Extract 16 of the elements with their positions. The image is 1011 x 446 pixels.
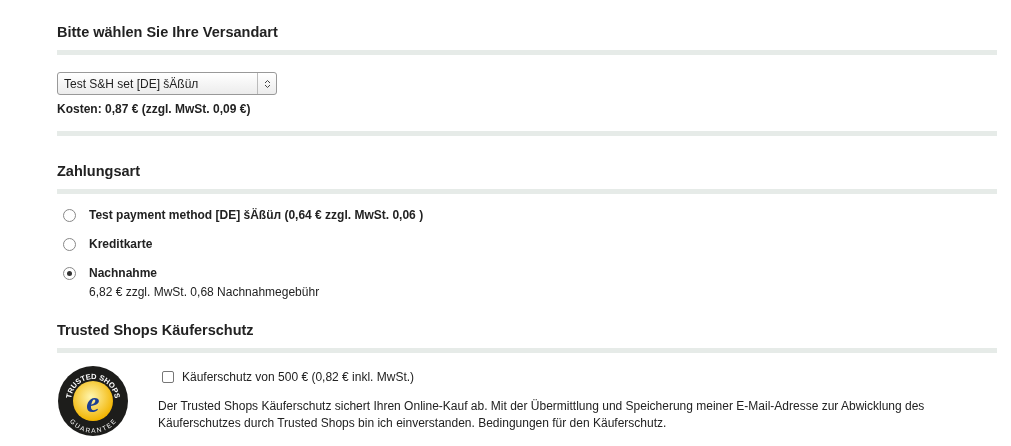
radio-button[interactable] <box>63 267 76 280</box>
protection-description: Der Trusted Shops Käuferschutz sichert Ihren Online-Kauf ab. Mit der Übermittlung und Speicherung meiner E-Mail-Adresse zur Abwicklung des Käuferschutzes durch Trusted Shops bin ich einverstanden. Bedingungen für den Käuferschutz. <box>158 398 926 432</box>
payment-option-label: Nachnahme <box>89 266 159 281</box>
checkbox-label: Käuferschutz von 500 € (0,82 € inkl. MwSt.) <box>182 370 415 384</box>
shipping-select[interactable]: Test S&H set [DE] šÄßüл <box>57 72 277 95</box>
payment-option-label: Kreditkarte <box>89 237 153 252</box>
shipping-cost: Kosten: 0,87 € (zzgl. MwSt. 0,09 €) <box>57 102 252 116</box>
radio-button[interactable] <box>63 209 76 222</box>
section-heading: Zahlungsart <box>57 162 141 181</box>
payment-option-note: 6,82 € zzgl. MwSt. 0,68 Nachnahmegebühr <box>89 284 320 300</box>
payment-option-label: Test payment method [DE] šÄßüл (0,64 € zzgl. MwSt. 0,06 ) <box>89 208 424 223</box>
radio-button[interactable] <box>63 238 76 251</box>
updown-icon <box>263 78 271 89</box>
section-heading: Trusted Shops Käuferschutz <box>57 321 255 340</box>
section-heading: Bitte wählen Sie Ihre Versandart <box>57 23 279 42</box>
checkbox[interactable] <box>162 371 174 383</box>
